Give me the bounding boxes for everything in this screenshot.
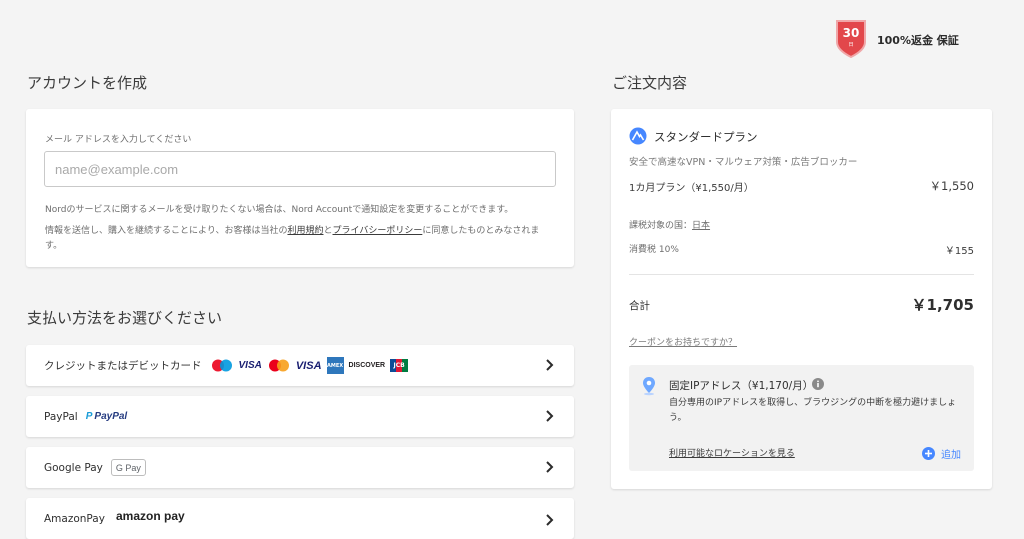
info-icon[interactable] xyxy=(812,378,824,390)
payment-option-label: PayPal xyxy=(44,410,78,423)
google-pay-logo: G Pay xyxy=(110,459,146,476)
location-pin-icon xyxy=(643,377,655,396)
total-label: 合計 xyxy=(629,300,650,312)
paypal-p-icon: P xyxy=(85,411,93,422)
payment-option-label: クレジットまたはデビットカード xyxy=(44,360,202,372)
coupon-link[interactable]: クーポンをお持ちですか？ xyxy=(629,335,737,348)
total-value: ￥1,705 xyxy=(911,296,974,314)
maestro-logo-icon xyxy=(211,359,232,372)
chevron-right-icon xyxy=(546,359,554,371)
payment-option-label: AmazonPay xyxy=(44,513,105,525)
privacy-link[interactable]: プライバシーポリシー xyxy=(333,226,423,236)
chevron-right-icon xyxy=(546,514,554,526)
svg-text:日: 日 xyxy=(848,42,853,48)
nordvpn-logo-icon xyxy=(629,127,647,145)
amazon-pay-logo: amazon pay xyxy=(116,509,185,523)
plan-period: 1カ月プラン（¥1,550/月） xyxy=(629,183,754,194)
plan-name: スタンダードプラン xyxy=(654,130,758,144)
divider xyxy=(629,274,974,275)
addon-description: 自分専用のIPアドレスを取得し、ブラウジングの中断を極力避けましょ う。 xyxy=(669,398,957,423)
card-logos: VISA VISA AMEX DISCOVER JCB xyxy=(210,357,409,374)
plan-price: ￥1,550 xyxy=(929,179,974,193)
money-back-shield-icon: 30 日 xyxy=(836,20,866,58)
payment-option-amazonpay[interactable]: AmazonPay amazon pay xyxy=(26,498,574,539)
payment-option-label: Google Pay xyxy=(44,461,103,474)
addon-title: 固定IPアドレス（¥1,170/月） xyxy=(669,380,814,392)
svg-text:30: 30 xyxy=(843,26,860,40)
add-addon-button[interactable]: 追加 xyxy=(922,446,961,461)
visa-logo: VISA xyxy=(238,360,262,371)
email-input[interactable] xyxy=(44,151,556,187)
order-heading: ご注文内容 xyxy=(612,74,688,92)
paypal-logo: P PayPal xyxy=(85,411,128,422)
mastercard-logo-icon xyxy=(268,359,289,372)
payment-option-googlepay[interactable]: Google Pay G Pay xyxy=(26,447,574,488)
plus-circle-icon xyxy=(922,447,935,460)
payment-option-card[interactable]: クレジットまたはデビットカード VISA VISA AMEX DISCOVER … xyxy=(26,345,574,386)
tax-value: ￥155 xyxy=(944,246,974,257)
discover-logo: DISCOVER xyxy=(348,362,386,369)
payment-option-paypal[interactable]: PayPal P PayPal xyxy=(26,396,574,437)
email-label: メール アドレスを入力してください xyxy=(45,135,192,145)
chevron-right-icon xyxy=(546,410,554,422)
email-notice: Nordのサービスに関するメールを受け取りたくない場合は、Nord Accoun… xyxy=(45,205,514,215)
terms-link[interactable]: 利用規約 xyxy=(287,226,323,236)
guarantee-label: 100%返金 保証 xyxy=(877,34,959,47)
chevron-right-icon xyxy=(546,461,554,473)
tax-country-link[interactable]: 日本 xyxy=(692,221,710,231)
jcb-logo: JCB xyxy=(390,359,409,372)
add-label: 追加 xyxy=(941,450,961,461)
terms-text: 情報を送信し、購入を継続することにより、お客様は当社の利用規約とプライバシーポリ… xyxy=(45,226,540,251)
payment-heading: 支払い方法をお選びください xyxy=(27,309,223,327)
tax-label: 消費税 10% xyxy=(629,245,679,255)
tax-country-row: 課税対象の国：日本 xyxy=(629,221,711,231)
visa-logo-2: VISA xyxy=(295,359,322,372)
amex-logo: AMEX xyxy=(326,357,344,374)
account-heading: アカウントを作成 xyxy=(27,74,148,92)
locations-link[interactable]: 利用可能なロケーションを見る xyxy=(669,446,795,459)
plan-description: 安全で高速なVPN・マルウェア対策・広告ブロッカー xyxy=(629,157,858,168)
